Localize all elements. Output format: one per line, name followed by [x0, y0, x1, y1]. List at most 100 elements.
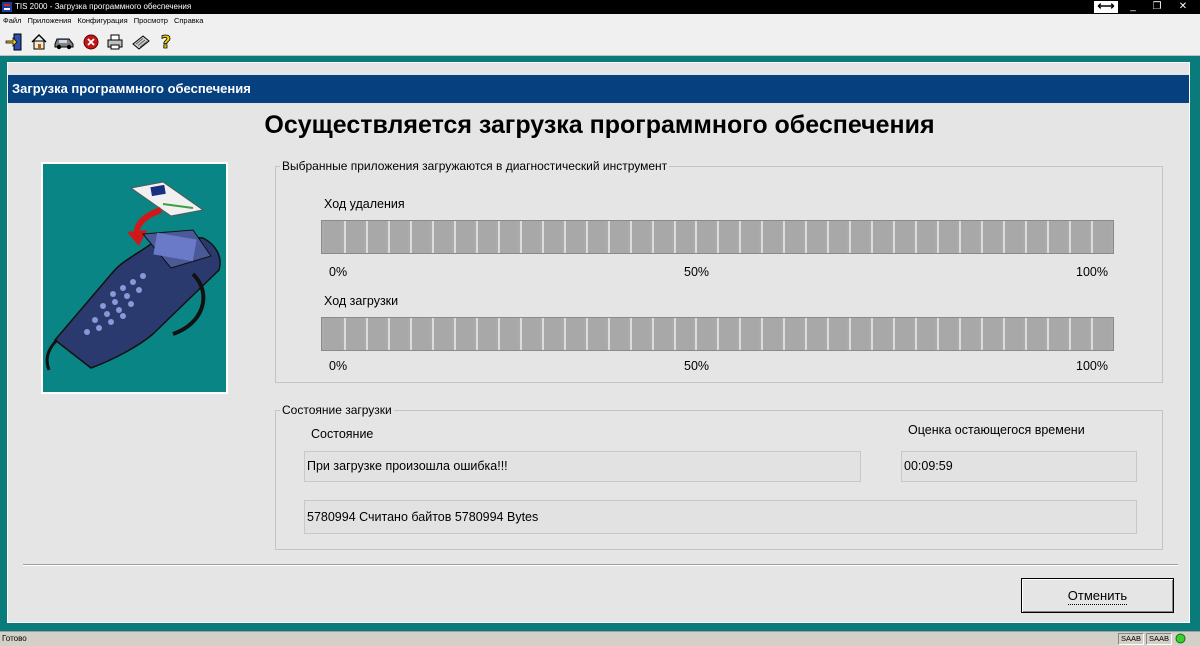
diagnostic-tool-image: [41, 162, 228, 394]
cancel-button[interactable]: Отменить: [1021, 578, 1174, 613]
menu-file[interactable]: Файл: [0, 14, 24, 28]
restore-button[interactable]: ❐: [1146, 1, 1168, 13]
progress-segment: [893, 221, 914, 253]
progress-segment: [1025, 318, 1045, 350]
menu-configuration[interactable]: Конфигурация: [74, 14, 130, 28]
progress-segment: [1068, 318, 1089, 350]
progress-segment: [607, 221, 628, 253]
progress-segment: [805, 221, 826, 253]
progress-segment: [739, 221, 760, 253]
progress-segment: [717, 318, 738, 350]
page-title: Осуществляется загрузка программного обе…: [264, 111, 935, 139]
progress-segment: [519, 318, 540, 350]
divider: [23, 564, 1178, 566]
progress-segment: [695, 318, 716, 350]
progress-segment: [365, 318, 386, 350]
time-remaining-field: 00:09:59: [901, 451, 1137, 482]
download-panel: Загрузка программного обеспечения Осущес…: [7, 62, 1190, 623]
progress-segment: [981, 318, 1002, 350]
download-tick-100: 100%: [1076, 359, 1108, 373]
progress-segment: [651, 221, 672, 253]
progress-segment: [324, 318, 342, 350]
status-cell-2: SAAB: [1146, 633, 1173, 645]
home-button[interactable]: [28, 31, 50, 53]
apps-group-title: Выбранные приложения загружаются в диагн…: [280, 159, 670, 173]
exit-icon: [5, 33, 22, 51]
progress-segment: [1003, 318, 1023, 350]
progress-segment: [1090, 318, 1111, 350]
progress-segment: [563, 221, 584, 253]
exit-button[interactable]: [3, 31, 25, 53]
help-icon: ?: [160, 32, 171, 52]
svg-text:?: ?: [161, 32, 171, 52]
progress-segment: [783, 221, 804, 253]
progress-segment: [365, 221, 386, 253]
progress-segment: [497, 318, 518, 350]
delete-tick-50: 50%: [684, 265, 710, 279]
delete-progress-label: Ход удаления: [324, 197, 405, 211]
progress-segment: [871, 318, 892, 350]
progress-segment: [343, 318, 364, 350]
progress-segment: [1068, 221, 1089, 253]
app-icon: [2, 2, 12, 12]
keyboard-icon: [132, 35, 150, 50]
minimize-button[interactable]: _: [1122, 1, 1144, 13]
progress-segment: [959, 318, 980, 350]
progress-segment: [409, 318, 430, 350]
progress-segment: [431, 318, 452, 350]
status-cell-1: SAAB: [1118, 633, 1145, 645]
progress-segment: [717, 221, 738, 253]
progress-segment: [629, 318, 650, 350]
progress-segment: [695, 221, 716, 253]
progress-segment: [827, 221, 848, 253]
close-button[interactable]: ✕: [1172, 1, 1194, 13]
progress-segment: [387, 221, 408, 253]
menu-applications[interactable]: Приложения: [24, 14, 74, 28]
progress-segment: [915, 221, 936, 253]
progress-segment: [1090, 221, 1111, 253]
progress-segment: [324, 221, 342, 253]
progress-segment: [959, 221, 980, 253]
progress-segment: [409, 221, 430, 253]
status-bar: Готово SAAB SAAB: [0, 631, 1200, 646]
progress-segment: [1003, 221, 1023, 253]
panel-header: Загрузка программного обеспечения: [8, 75, 1189, 103]
cancel-button-label: Отменить: [1067, 588, 1128, 605]
progress-segment: [805, 318, 826, 350]
resize-cursor-icon: ⟷: [1093, 0, 1119, 14]
time-remaining-label: Оценка остающегося времени: [908, 423, 1085, 437]
stop-button[interactable]: [80, 31, 102, 53]
progress-segment: [673, 318, 694, 350]
keyboard-button[interactable]: [130, 31, 152, 53]
progress-segment: [563, 318, 584, 350]
apps-download-group: Выбранные приложения загружаются в диагн…: [275, 159, 1163, 383]
toolbar: ?: [0, 28, 1200, 56]
download-tick-50: 50%: [684, 359, 710, 373]
progress-segment: [651, 318, 672, 350]
progress-segment: [761, 318, 782, 350]
progress-segment: [1046, 318, 1067, 350]
window-title: TIS 2000 - Загрузка программного обеспеч…: [15, 2, 192, 11]
progress-segment: [739, 318, 760, 350]
print-button[interactable]: [104, 31, 126, 53]
stop-icon: [83, 34, 99, 50]
progress-segment: [871, 221, 892, 253]
progress-segment: [387, 318, 408, 350]
help-button[interactable]: ?: [155, 31, 177, 53]
progress-segment: [541, 318, 562, 350]
menu-view[interactable]: Просмотр: [131, 14, 171, 28]
vehicle-button[interactable]: [52, 31, 76, 53]
main-frame: Загрузка программного обеспечения Осущес…: [0, 56, 1200, 631]
progress-segment: [849, 221, 870, 253]
menu-help[interactable]: Справка: [171, 14, 206, 28]
progress-segment: [541, 221, 562, 253]
progress-segment: [849, 318, 870, 350]
delete-progress-bar: [321, 220, 1114, 254]
status-text: Готово: [2, 634, 27, 643]
progress-segment: [475, 221, 496, 253]
state-field: При загрузке произошла ошибка!!!: [304, 451, 861, 482]
menu-bar: Файл Приложения Конфигурация Просмотр Справк…: [0, 14, 1200, 28]
vehicle-icon: [54, 38, 74, 50]
progress-segment: [915, 318, 936, 350]
progress-segment: [981, 221, 1002, 253]
